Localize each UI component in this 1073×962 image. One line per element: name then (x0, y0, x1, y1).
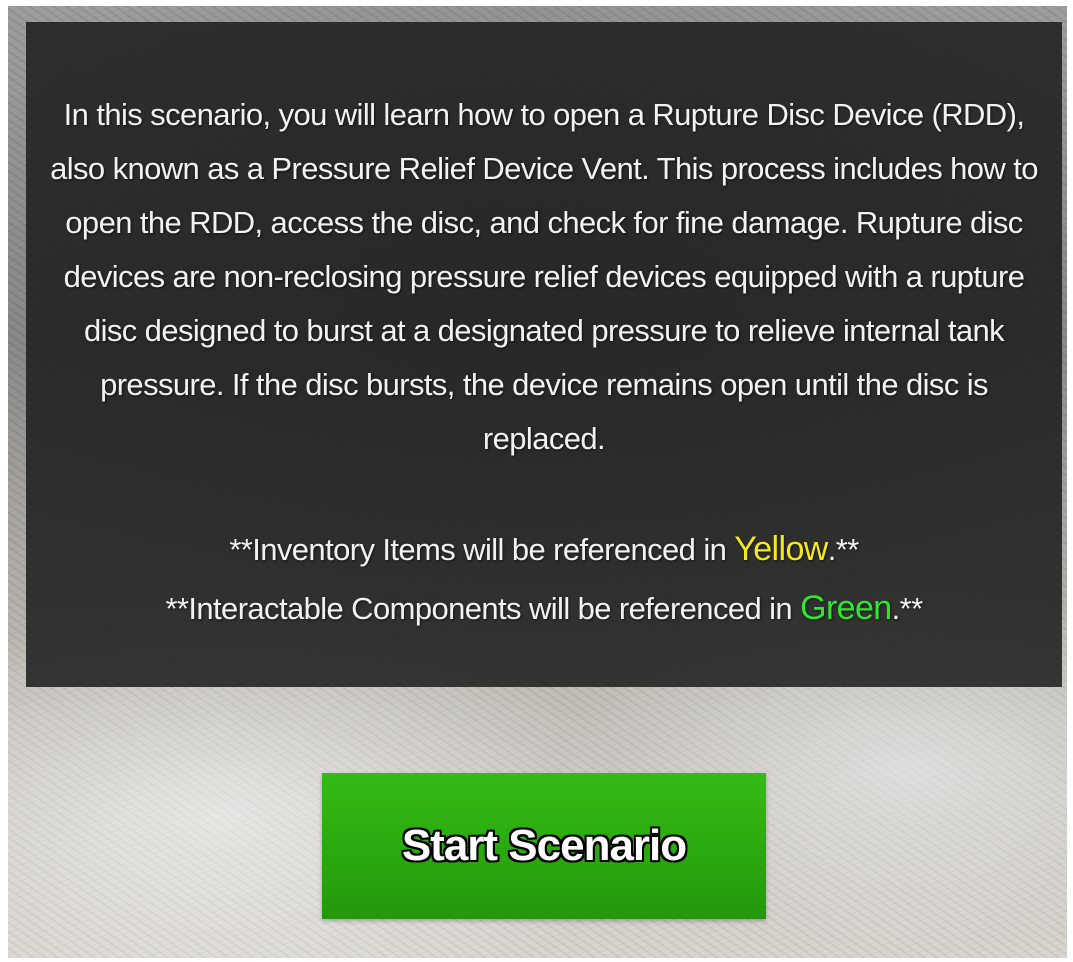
interactable-note-prefix: **Interactable Components will be refere… (165, 591, 801, 626)
interactable-note: **Interactable Components will be refere… (44, 579, 1044, 638)
instruction-panel: In this scenario, you will learn how to … (26, 22, 1062, 687)
inventory-note-suffix: .** (827, 532, 860, 567)
concrete-background: In this scenario, you will learn how to … (8, 6, 1067, 958)
start-scenario-label: Start Scenario (401, 821, 687, 870)
interactable-note-suffix: .** (891, 591, 924, 626)
start-scenario-button[interactable]: Start Scenario (322, 773, 766, 919)
scenario-description: In this scenario, you will learn how to … (50, 97, 1038, 456)
interactable-highlight-word: Green (800, 589, 892, 627)
inventory-highlight-word: Yellow (734, 530, 828, 568)
legend-notes: **Inventory Items will be referenced in … (44, 520, 1044, 638)
inventory-note: **Inventory Items will be referenced in … (44, 520, 1044, 579)
inventory-note-prefix: **Inventory Items will be referenced in (229, 532, 735, 567)
